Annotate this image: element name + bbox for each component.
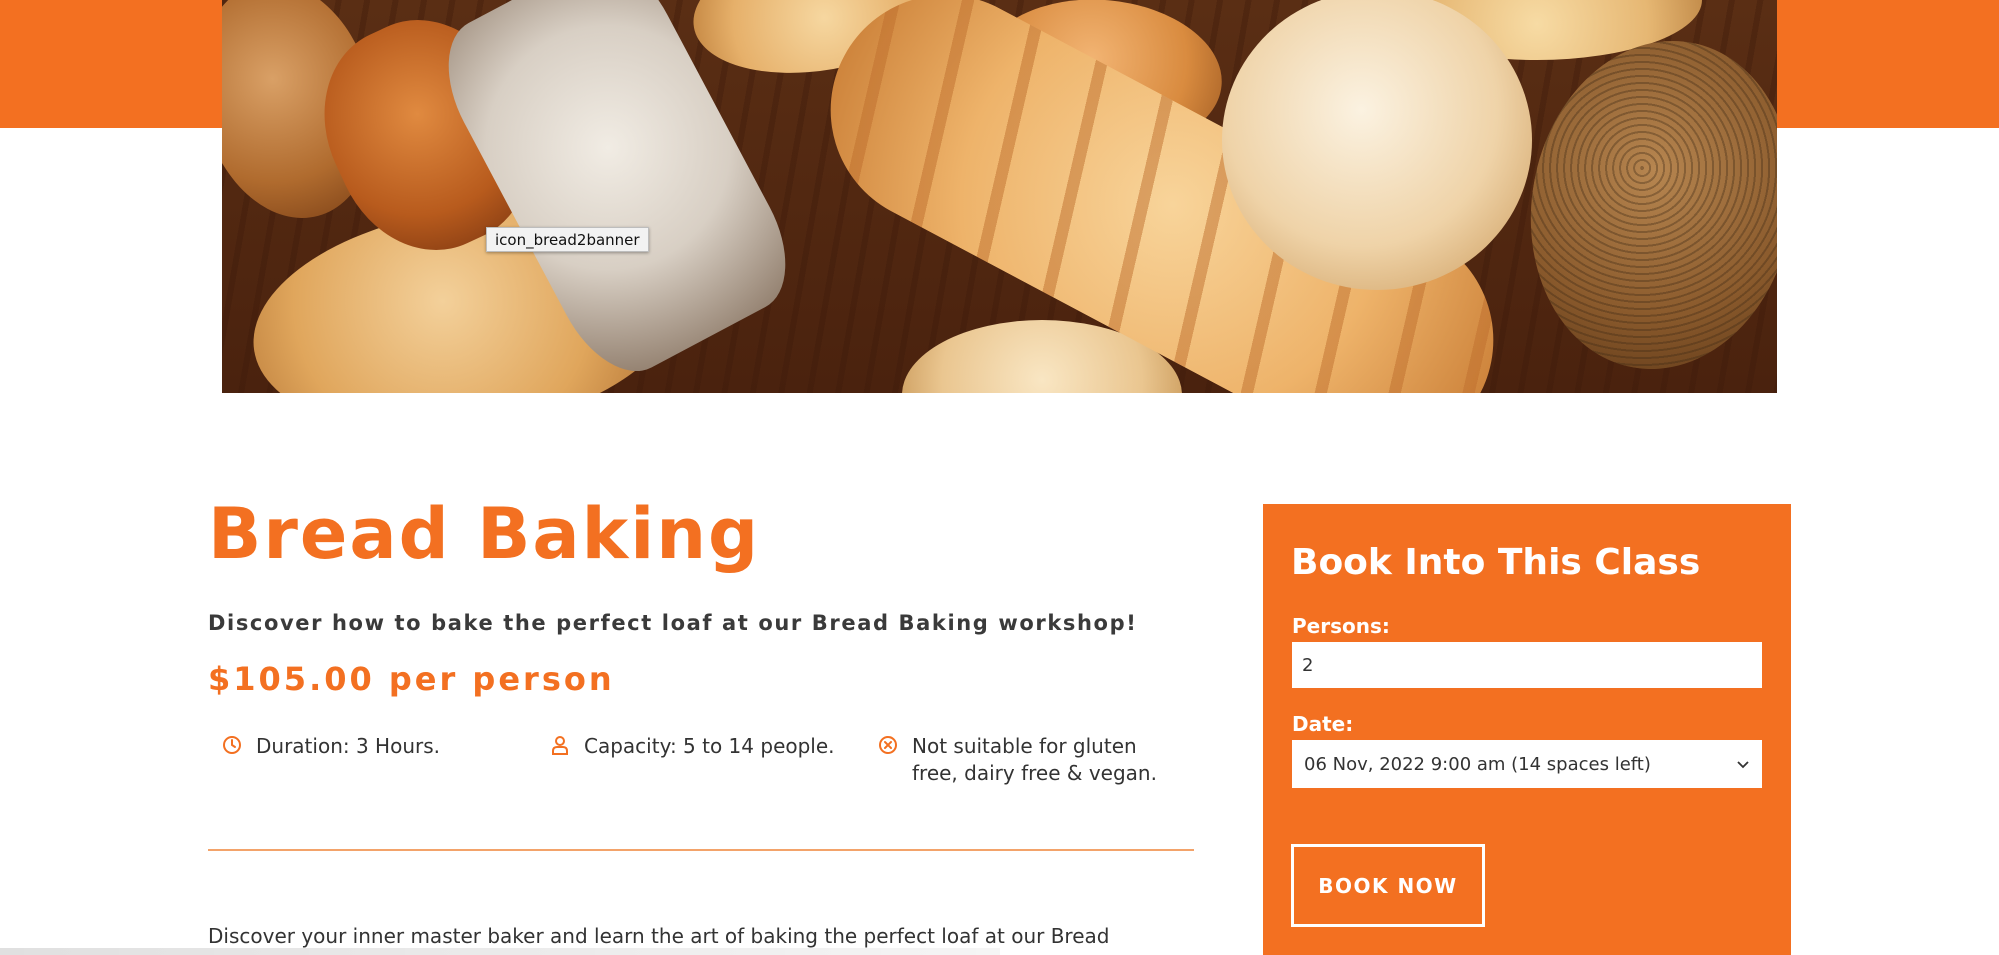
booking-title: Book Into This Class [1291, 542, 1701, 583]
book-now-button[interactable]: BOOK NOW [1291, 844, 1485, 927]
feature-duration: Duration: 3 Hours. [222, 733, 440, 760]
bottom-shadow [0, 948, 1000, 955]
feature-text: Duration: 3 Hours. [256, 734, 440, 758]
persons-label: Persons: [1292, 614, 1390, 638]
feature-text: Capacity: 5 to 14 people. [584, 734, 835, 758]
feature-dietary: Not suitable for gluten free, dairy free… [878, 733, 1178, 787]
date-label: Date: [1292, 712, 1354, 736]
booking-panel: Book Into This Class Persons: Date: 06 N… [1263, 504, 1791, 955]
image-tooltip: icon_bread2banner [486, 227, 649, 252]
class-price: $105.00 per person [208, 660, 615, 698]
feature-list: Duration: 3 Hours. Capacity: 5 to 14 peo… [208, 733, 1194, 793]
x-circle-icon [878, 735, 898, 755]
banner-image [222, 0, 1777, 393]
bread-loaf [1222, 0, 1532, 290]
date-selected-value: 06 Nov, 2022 9:00 am (14 spaces left) [1304, 753, 1651, 775]
chevron-down-icon [1736, 757, 1750, 771]
page-title: Bread Baking [208, 493, 761, 575]
feature-capacity: Capacity: 5 to 14 people. [550, 733, 835, 760]
person-icon [550, 735, 570, 755]
class-subtitle: Discover how to bake the perfect loaf at… [208, 611, 1138, 635]
bread-loaf [1505, 19, 1777, 391]
date-select[interactable]: 06 Nov, 2022 9:00 am (14 spaces left) [1292, 740, 1762, 788]
persons-input[interactable] [1292, 642, 1762, 688]
section-divider [208, 849, 1194, 851]
clock-icon [222, 735, 242, 755]
feature-text: Not suitable for gluten free, dairy free… [912, 734, 1157, 785]
class-description: Discover your inner master baker and lea… [208, 924, 1110, 948]
